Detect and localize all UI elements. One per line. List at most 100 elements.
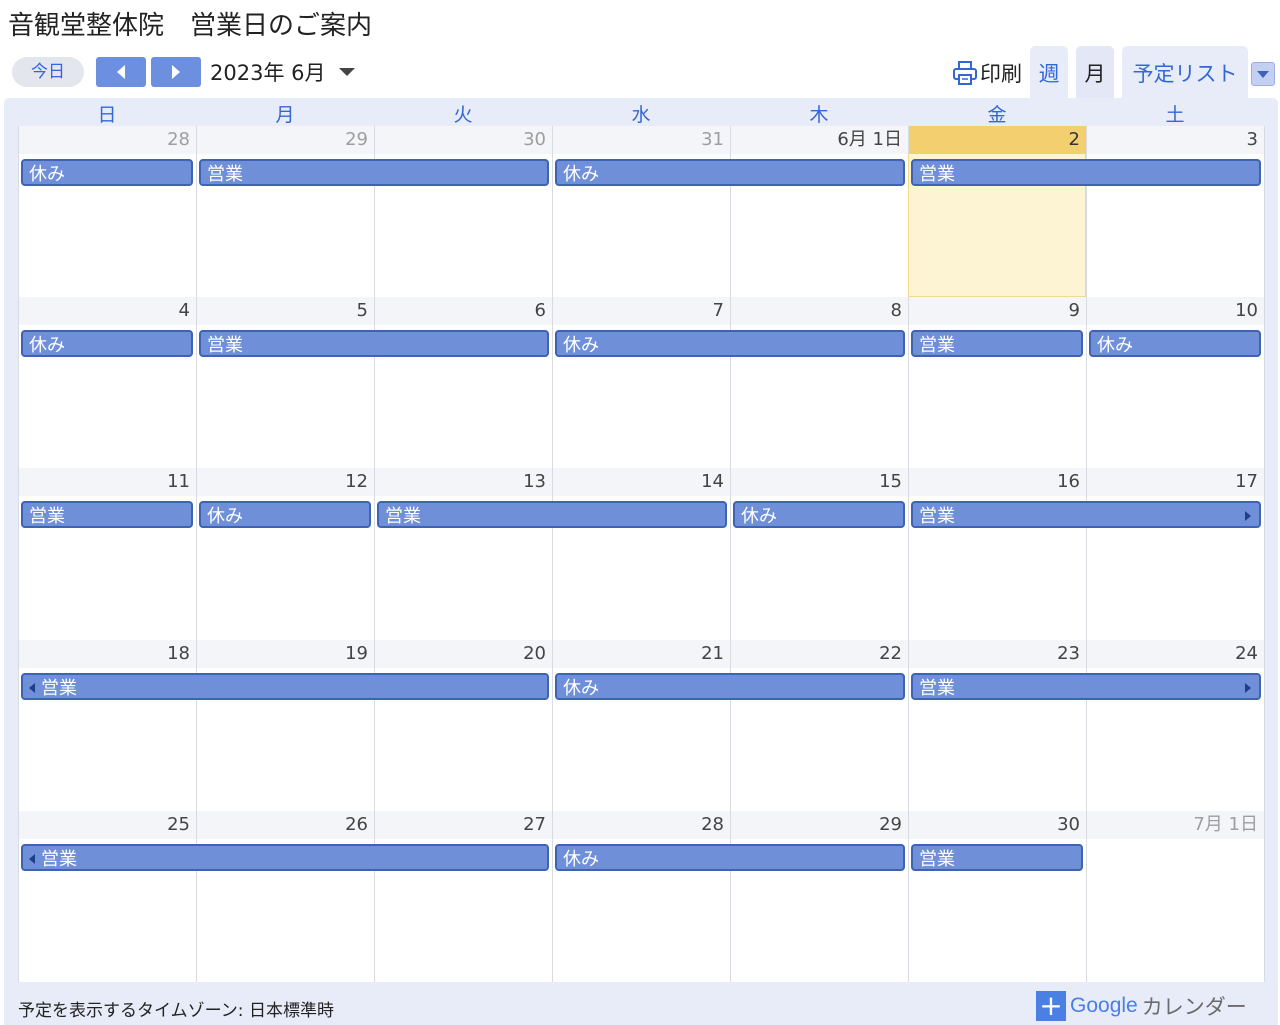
today-button[interactable]: 今日 bbox=[12, 57, 84, 87]
day-number[interactable]: 29 bbox=[730, 811, 908, 839]
calendar-event[interactable]: 営業 bbox=[911, 159, 1261, 186]
print-label: 印刷 bbox=[980, 62, 1022, 86]
previous-month-button[interactable] bbox=[96, 57, 146, 87]
calendar-event[interactable]: 営業 bbox=[199, 159, 549, 186]
event-label: 休み bbox=[1097, 335, 1133, 356]
google-calendar-badge[interactable]: + Google カレンダー bbox=[1036, 990, 1247, 1022]
continues-right-icon bbox=[1245, 683, 1251, 693]
tab-week[interactable]: 週 bbox=[1030, 46, 1068, 98]
day-number[interactable]: 10 bbox=[1086, 297, 1264, 325]
calendar-event[interactable]: 休み bbox=[555, 159, 905, 186]
dropdown-arrow-icon bbox=[1257, 71, 1269, 78]
event-label: 営業 bbox=[919, 678, 955, 699]
weekday-label: 土 bbox=[1165, 104, 1185, 126]
event-label: 休み bbox=[563, 164, 599, 185]
day-number[interactable]: 7 bbox=[552, 297, 730, 325]
event-label: 営業 bbox=[385, 506, 421, 527]
day-number[interactable]: 16 bbox=[908, 468, 1086, 496]
calendar-event[interactable]: 休み bbox=[733, 501, 905, 528]
printer-icon bbox=[953, 61, 977, 85]
day-number[interactable]: 14 bbox=[552, 468, 730, 496]
day-number[interactable]: 29 bbox=[196, 126, 374, 154]
tab-month[interactable]: 月 bbox=[1076, 46, 1114, 98]
day-number[interactable]: 30 bbox=[908, 811, 1086, 839]
day-number[interactable]: 23 bbox=[908, 640, 1086, 668]
day-number[interactable]: 28 bbox=[552, 811, 730, 839]
calendar-event[interactable]: 営業 bbox=[911, 330, 1083, 357]
event-label: 休み bbox=[207, 506, 243, 527]
day-number[interactable]: 18 bbox=[18, 640, 196, 668]
day-number[interactable]: 15 bbox=[730, 468, 908, 496]
event-label: 休み bbox=[563, 335, 599, 356]
calendar-event[interactable]: 営業 bbox=[911, 673, 1261, 700]
calendar-event[interactable]: 休み bbox=[21, 330, 193, 357]
continues-left-icon bbox=[29, 854, 35, 864]
chevron-left-icon bbox=[117, 65, 125, 79]
day-number[interactable]: 21 bbox=[552, 640, 730, 668]
day-number[interactable]: 28 bbox=[18, 126, 196, 154]
day-number[interactable]: 6 bbox=[374, 297, 552, 325]
weekday-label: 月 bbox=[275, 104, 295, 126]
calendar-event[interactable]: 営業 bbox=[21, 501, 193, 528]
weekday-label: 日 bbox=[97, 104, 117, 126]
day-number[interactable]: 3 bbox=[1086, 126, 1264, 154]
timezone-note: 予定を表示するタイムゾーン: 日本標準時 bbox=[18, 1001, 334, 1021]
month-grid: 28 29 30 31 6月 1日 2 3 休み 営業 休み 営業 4 5 6 7 8 9 10 休み 営業 休み 営業休… bbox=[18, 126, 1265, 982]
day-number[interactable]: 8 bbox=[730, 297, 908, 325]
calendar-event[interactable]: 休み bbox=[1089, 330, 1261, 357]
calendar-event[interactable]: 休み bbox=[555, 673, 905, 700]
print-button[interactable]: 印刷 bbox=[952, 58, 1022, 88]
event-label: 営業 bbox=[919, 335, 955, 356]
weekday-label: 火 bbox=[453, 104, 473, 126]
calendar-event[interactable]: 営業 bbox=[21, 844, 549, 871]
day-number[interactable]: 5 bbox=[196, 297, 374, 325]
calendar-event[interactable]: 休み bbox=[555, 844, 905, 871]
event-label: 休み bbox=[563, 678, 599, 699]
day-number[interactable]: 27 bbox=[374, 811, 552, 839]
google-logo-text: Google bbox=[1070, 994, 1138, 1017]
month-picker-dropdown-icon[interactable] bbox=[338, 66, 356, 78]
calendar-event[interactable]: 営業 bbox=[377, 501, 727, 528]
day-number[interactable]: 11 bbox=[18, 468, 196, 496]
day-number[interactable]: 6月 1日 bbox=[730, 126, 908, 154]
day-number[interactable]: 4 bbox=[18, 297, 196, 325]
calendar-event[interactable]: 休み bbox=[199, 501, 371, 528]
next-month-button[interactable] bbox=[151, 57, 201, 87]
day-number[interactable]: 12 bbox=[196, 468, 374, 496]
day-number[interactable]: 17 bbox=[1086, 468, 1264, 496]
tab-agenda[interactable]: 予定リスト bbox=[1122, 46, 1248, 98]
day-number[interactable]: 19 bbox=[196, 640, 374, 668]
calendar-event[interactable]: 営業 bbox=[911, 844, 1083, 871]
calendar-event[interactable]: 営業 bbox=[21, 673, 549, 700]
day-number[interactable]: 26 bbox=[196, 811, 374, 839]
event-label: 営業 bbox=[919, 849, 955, 870]
event-label: 営業 bbox=[207, 335, 243, 356]
view-options-dropdown-button[interactable] bbox=[1251, 62, 1275, 86]
event-label: 営業 bbox=[29, 506, 65, 527]
day-number[interactable]: 9 bbox=[908, 297, 1086, 325]
day-number[interactable]: 20 bbox=[374, 640, 552, 668]
chevron-right-icon bbox=[172, 65, 180, 79]
calendar-event[interactable]: 営業 bbox=[199, 330, 549, 357]
calendar-event[interactable]: 休み bbox=[555, 330, 905, 357]
calendar-event[interactable]: 営業 bbox=[911, 501, 1261, 528]
event-label: 営業 bbox=[41, 849, 77, 870]
day-number[interactable]: 25 bbox=[18, 811, 196, 839]
calendar-product-label: カレンダー bbox=[1141, 995, 1247, 1019]
day-number[interactable]: 7月 1日 bbox=[1086, 811, 1264, 839]
day-number[interactable]: 13 bbox=[374, 468, 552, 496]
day-number[interactable]: 31 bbox=[552, 126, 730, 154]
page-title: 音観堂整体院 営業日のご案内 bbox=[8, 11, 373, 41]
event-label: 休み bbox=[29, 164, 65, 185]
event-label: 休み bbox=[741, 506, 777, 527]
day-number[interactable]: 24 bbox=[1086, 640, 1264, 668]
weekday-label: 水 bbox=[631, 104, 651, 126]
weekday-label: 金 bbox=[987, 104, 1007, 126]
day-number[interactable]: 22 bbox=[730, 640, 908, 668]
calendar-event[interactable]: 休み bbox=[21, 159, 193, 186]
continues-left-icon bbox=[29, 683, 35, 693]
day-number[interactable]: 2 bbox=[908, 126, 1086, 154]
event-label: 営業 bbox=[919, 164, 955, 185]
day-number[interactable]: 30 bbox=[374, 126, 552, 154]
event-label: 休み bbox=[563, 849, 599, 870]
